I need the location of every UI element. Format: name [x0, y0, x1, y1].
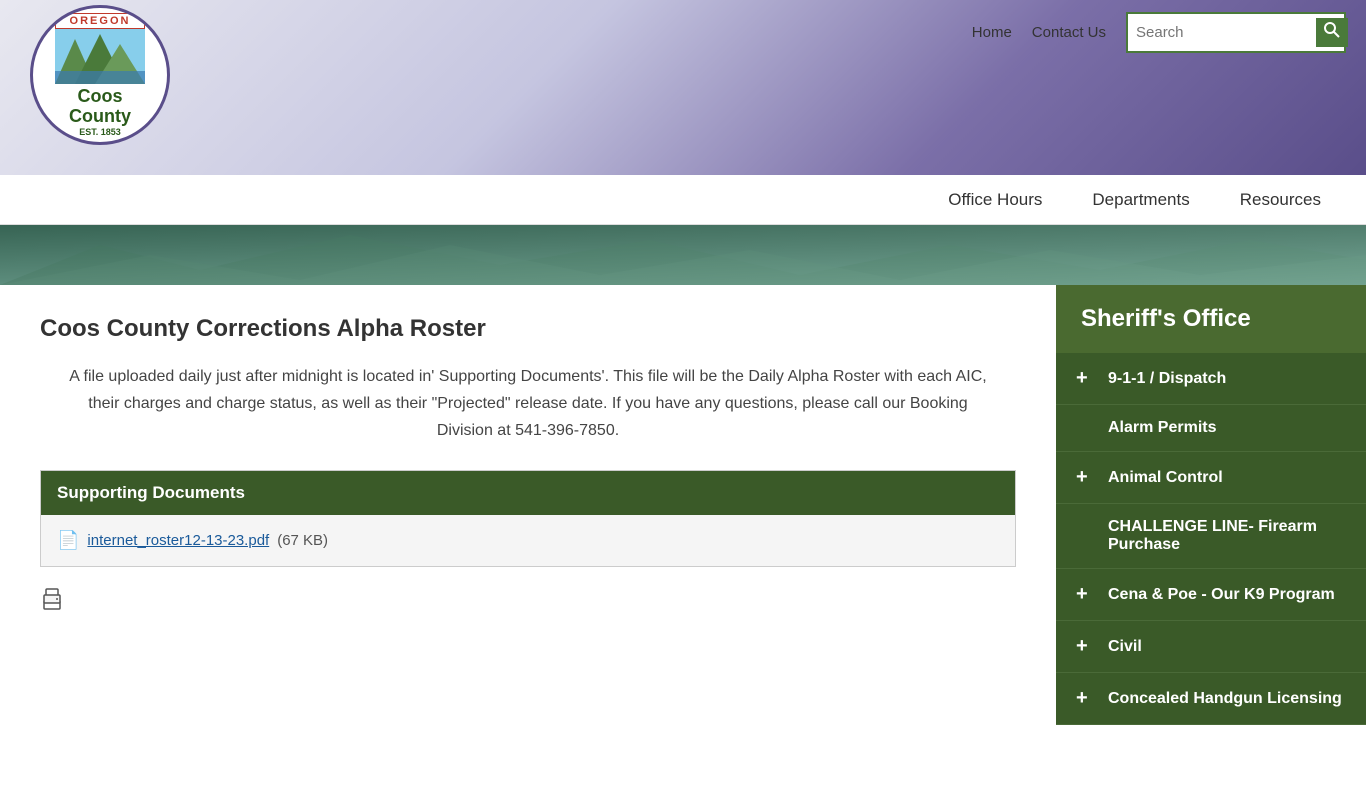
nav-office-hours-link[interactable]: Office Hours [923, 175, 1067, 225]
sidebar-item-label-alarm: Alarm Permits [1108, 419, 1217, 437]
sidebar-item-label-civil: Civil [1108, 638, 1142, 656]
page-title: Coos County Corrections Alpha Roster [40, 315, 1016, 343]
logo-oregon-text: OREGON [55, 13, 145, 29]
sidebar-item-label-dispatch: 9-1-1 / Dispatch [1108, 370, 1226, 388]
printer-icon [40, 587, 64, 611]
content-area: Coos County Corrections Alpha Roster A f… [0, 285, 1056, 785]
search-button[interactable] [1316, 18, 1348, 47]
logo-est-text: EST. 1853 [55, 127, 145, 137]
supporting-docs-header: Supporting Documents [41, 471, 1015, 515]
sidebar-item-label-animal: Animal Control [1108, 469, 1223, 487]
supporting-docs-body: 📄 internet_roster12-13-23.pdf (67 KB) [41, 515, 1015, 566]
sidebar-item-label-k9: Cena & Poe - Our K9 Program [1108, 586, 1335, 604]
sidebar-item-alarm-permits[interactable]: Alarm Permits [1056, 405, 1366, 452]
sidebar-header: Sheriff's Office [1056, 285, 1366, 353]
site-logo[interactable]: OREGON CoosCounty EST. 1853 [30, 5, 170, 170]
sidebar-item-dispatch[interactable]: + 9-1-1 / Dispatch [1056, 353, 1366, 405]
pdf-filename: internet_roster12-13-23.pdf [87, 532, 269, 549]
sidebar-item-label-handgun: Concealed Handgun Licensing [1108, 690, 1342, 708]
nav-contact-link[interactable]: Contact Us [1032, 24, 1106, 41]
expand-icon-dispatch: + [1076, 367, 1096, 390]
sidebar-item-concealed-handgun[interactable]: + Concealed Handgun Licensing [1056, 673, 1366, 725]
sidebar-item-challenge-line[interactable]: CHALLENGE LINE- Firearm Purchase [1056, 504, 1366, 569]
search-input[interactable] [1136, 24, 1316, 41]
nav-resources-link[interactable]: Resources [1215, 175, 1346, 225]
navigation-bar: Office Hours Departments Resources [0, 175, 1366, 225]
page-description: A file uploaded daily just after midnigh… [40, 363, 1016, 445]
supporting-docs-section: Supporting Documents 📄 internet_roster12… [40, 470, 1016, 567]
sidebar-item-animal-control[interactable]: + Animal Control [1056, 452, 1366, 504]
expand-icon-handgun: + [1076, 687, 1096, 710]
expand-icon-animal: + [1076, 466, 1096, 489]
sidebar-item-label-challenge: CHALLENGE LINE- Firearm Purchase [1108, 518, 1346, 554]
search-box [1126, 12, 1346, 53]
pdf-download-link[interactable]: 📄 internet_roster12-13-23.pdf (67 KB) [57, 530, 999, 551]
pdf-icon: 📄 [57, 530, 79, 551]
expand-icon-civil: + [1076, 635, 1096, 658]
expand-icon-k9: + [1076, 583, 1096, 606]
main-container: Coos County Corrections Alpha Roster A f… [0, 285, 1366, 785]
pdf-size: (67 KB) [277, 532, 328, 549]
print-button[interactable] [40, 587, 1016, 617]
sidebar-item-k9[interactable]: + Cena & Poe - Our K9 Program [1056, 569, 1366, 621]
nav-home-link[interactable]: Home [972, 24, 1012, 41]
hero-svg [0, 225, 1366, 285]
logo-landscape-svg [55, 29, 145, 84]
nav-departments-link[interactable]: Departments [1067, 175, 1214, 225]
sidebar-item-civil[interactable]: + Civil [1056, 621, 1366, 673]
hero-banner [0, 225, 1366, 285]
logo-county-name: CoosCounty [55, 87, 145, 127]
sidebar: Sheriff's Office + 9-1-1 / Dispatch Alar… [1056, 285, 1366, 785]
